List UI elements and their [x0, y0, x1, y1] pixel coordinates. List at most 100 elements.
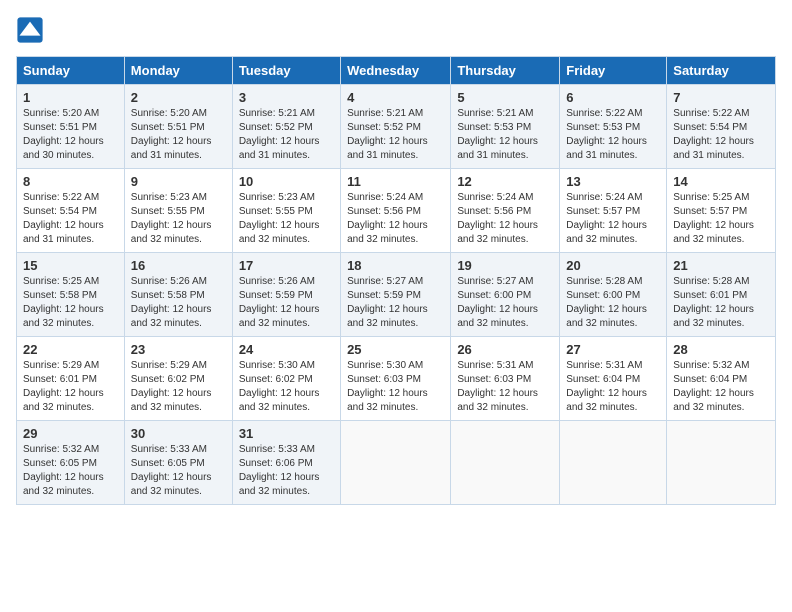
calendar-cell: 24 Sunrise: 5:30 AM Sunset: 6:02 PM Dayl… [232, 337, 340, 421]
calendar-cell: 15 Sunrise: 5:25 AM Sunset: 5:58 PM Dayl… [17, 253, 125, 337]
calendar-cell: 8 Sunrise: 5:22 AM Sunset: 5:54 PM Dayli… [17, 169, 125, 253]
day-info: Sunrise: 5:24 AM Sunset: 5:57 PM Dayligh… [566, 191, 660, 247]
day-info: Sunrise: 5:22 AM Sunset: 5:54 PM Dayligh… [673, 107, 769, 163]
calendar-cell: 20 Sunrise: 5:28 AM Sunset: 6:00 PM Dayl… [560, 253, 667, 337]
day-info: Sunrise: 5:28 AM Sunset: 6:00 PM Dayligh… [566, 275, 660, 331]
day-info: Sunrise: 5:25 AM Sunset: 5:57 PM Dayligh… [673, 191, 769, 247]
day-number: 31 [239, 426, 334, 441]
weekday-header: Tuesday [232, 57, 340, 85]
calendar-cell: 3 Sunrise: 5:21 AM Sunset: 5:52 PM Dayli… [232, 85, 340, 169]
day-info: Sunrise: 5:30 AM Sunset: 6:02 PM Dayligh… [239, 359, 334, 415]
calendar-cell: 6 Sunrise: 5:22 AM Sunset: 5:53 PM Dayli… [560, 85, 667, 169]
calendar-cell: 23 Sunrise: 5:29 AM Sunset: 6:02 PM Dayl… [124, 337, 232, 421]
calendar-cell: 28 Sunrise: 5:32 AM Sunset: 6:04 PM Dayl… [667, 337, 776, 421]
weekday-header: Sunday [17, 57, 125, 85]
calendar-cell: 7 Sunrise: 5:22 AM Sunset: 5:54 PM Dayli… [667, 85, 776, 169]
calendar-cell [667, 421, 776, 505]
calendar-week-row: 1 Sunrise: 5:20 AM Sunset: 5:51 PM Dayli… [17, 85, 776, 169]
day-info: Sunrise: 5:31 AM Sunset: 6:03 PM Dayligh… [457, 359, 553, 415]
day-number: 15 [23, 258, 118, 273]
weekday-header: Monday [124, 57, 232, 85]
day-number: 27 [566, 342, 660, 357]
day-number: 5 [457, 90, 553, 105]
day-info: Sunrise: 5:21 AM Sunset: 5:52 PM Dayligh… [239, 107, 334, 163]
day-info: Sunrise: 5:30 AM Sunset: 6:03 PM Dayligh… [347, 359, 444, 415]
calendar-cell: 18 Sunrise: 5:27 AM Sunset: 5:59 PM Dayl… [341, 253, 451, 337]
day-info: Sunrise: 5:22 AM Sunset: 5:53 PM Dayligh… [566, 107, 660, 163]
calendar-cell: 21 Sunrise: 5:28 AM Sunset: 6:01 PM Dayl… [667, 253, 776, 337]
calendar-week-row: 8 Sunrise: 5:22 AM Sunset: 5:54 PM Dayli… [17, 169, 776, 253]
day-number: 12 [457, 174, 553, 189]
day-number: 8 [23, 174, 118, 189]
calendar-cell: 1 Sunrise: 5:20 AM Sunset: 5:51 PM Dayli… [17, 85, 125, 169]
day-number: 28 [673, 342, 769, 357]
day-number: 4 [347, 90, 444, 105]
weekday-header: Friday [560, 57, 667, 85]
day-info: Sunrise: 5:20 AM Sunset: 5:51 PM Dayligh… [131, 107, 226, 163]
day-number: 11 [347, 174, 444, 189]
day-number: 19 [457, 258, 553, 273]
day-number: 9 [131, 174, 226, 189]
logo-icon [16, 16, 44, 44]
day-number: 26 [457, 342, 553, 357]
calendar-cell [341, 421, 451, 505]
day-info: Sunrise: 5:29 AM Sunset: 6:01 PM Dayligh… [23, 359, 118, 415]
calendar-cell: 5 Sunrise: 5:21 AM Sunset: 5:53 PM Dayli… [451, 85, 560, 169]
day-info: Sunrise: 5:32 AM Sunset: 6:04 PM Dayligh… [673, 359, 769, 415]
calendar-cell: 11 Sunrise: 5:24 AM Sunset: 5:56 PM Dayl… [341, 169, 451, 253]
day-info: Sunrise: 5:23 AM Sunset: 5:55 PM Dayligh… [239, 191, 334, 247]
calendar-cell: 17 Sunrise: 5:26 AM Sunset: 5:59 PM Dayl… [232, 253, 340, 337]
day-info: Sunrise: 5:26 AM Sunset: 5:58 PM Dayligh… [131, 275, 226, 331]
calendar-cell: 31 Sunrise: 5:33 AM Sunset: 6:06 PM Dayl… [232, 421, 340, 505]
day-number: 20 [566, 258, 660, 273]
day-number: 1 [23, 90, 118, 105]
day-number: 29 [23, 426, 118, 441]
calendar-cell: 30 Sunrise: 5:33 AM Sunset: 6:05 PM Dayl… [124, 421, 232, 505]
day-number: 25 [347, 342, 444, 357]
calendar-header: SundayMondayTuesdayWednesdayThursdayFrid… [17, 57, 776, 85]
day-info: Sunrise: 5:27 AM Sunset: 6:00 PM Dayligh… [457, 275, 553, 331]
day-info: Sunrise: 5:25 AM Sunset: 5:58 PM Dayligh… [23, 275, 118, 331]
day-number: 10 [239, 174, 334, 189]
day-number: 22 [23, 342, 118, 357]
day-number: 13 [566, 174, 660, 189]
calendar-cell: 22 Sunrise: 5:29 AM Sunset: 6:01 PM Dayl… [17, 337, 125, 421]
calendar-cell: 9 Sunrise: 5:23 AM Sunset: 5:55 PM Dayli… [124, 169, 232, 253]
calendar-cell [560, 421, 667, 505]
day-info: Sunrise: 5:31 AM Sunset: 6:04 PM Dayligh… [566, 359, 660, 415]
day-info: Sunrise: 5:32 AM Sunset: 6:05 PM Dayligh… [23, 443, 118, 499]
calendar-cell: 25 Sunrise: 5:30 AM Sunset: 6:03 PM Dayl… [341, 337, 451, 421]
calendar-cell: 26 Sunrise: 5:31 AM Sunset: 6:03 PM Dayl… [451, 337, 560, 421]
calendar-cell: 2 Sunrise: 5:20 AM Sunset: 5:51 PM Dayli… [124, 85, 232, 169]
day-info: Sunrise: 5:24 AM Sunset: 5:56 PM Dayligh… [457, 191, 553, 247]
day-info: Sunrise: 5:21 AM Sunset: 5:53 PM Dayligh… [457, 107, 553, 163]
day-info: Sunrise: 5:29 AM Sunset: 6:02 PM Dayligh… [131, 359, 226, 415]
weekday-header: Thursday [451, 57, 560, 85]
day-number: 16 [131, 258, 226, 273]
calendar-cell: 14 Sunrise: 5:25 AM Sunset: 5:57 PM Dayl… [667, 169, 776, 253]
weekday-header: Wednesday [341, 57, 451, 85]
day-number: 2 [131, 90, 226, 105]
day-info: Sunrise: 5:33 AM Sunset: 6:06 PM Dayligh… [239, 443, 334, 499]
day-info: Sunrise: 5:33 AM Sunset: 6:05 PM Dayligh… [131, 443, 226, 499]
day-info: Sunrise: 5:20 AM Sunset: 5:51 PM Dayligh… [23, 107, 118, 163]
day-number: 30 [131, 426, 226, 441]
page-header [16, 16, 776, 44]
day-info: Sunrise: 5:27 AM Sunset: 5:59 PM Dayligh… [347, 275, 444, 331]
day-number: 3 [239, 90, 334, 105]
day-number: 23 [131, 342, 226, 357]
day-info: Sunrise: 5:21 AM Sunset: 5:52 PM Dayligh… [347, 107, 444, 163]
day-number: 14 [673, 174, 769, 189]
day-info: Sunrise: 5:23 AM Sunset: 5:55 PM Dayligh… [131, 191, 226, 247]
calendar-week-row: 29 Sunrise: 5:32 AM Sunset: 6:05 PM Dayl… [17, 421, 776, 505]
calendar-cell: 19 Sunrise: 5:27 AM Sunset: 6:00 PM Dayl… [451, 253, 560, 337]
day-number: 21 [673, 258, 769, 273]
logo [16, 16, 48, 44]
calendar-week-row: 22 Sunrise: 5:29 AM Sunset: 6:01 PM Dayl… [17, 337, 776, 421]
calendar-cell: 29 Sunrise: 5:32 AM Sunset: 6:05 PM Dayl… [17, 421, 125, 505]
day-info: Sunrise: 5:24 AM Sunset: 5:56 PM Dayligh… [347, 191, 444, 247]
calendar: SundayMondayTuesdayWednesdayThursdayFrid… [16, 56, 776, 505]
day-info: Sunrise: 5:26 AM Sunset: 5:59 PM Dayligh… [239, 275, 334, 331]
calendar-cell: 4 Sunrise: 5:21 AM Sunset: 5:52 PM Dayli… [341, 85, 451, 169]
calendar-cell: 10 Sunrise: 5:23 AM Sunset: 5:55 PM Dayl… [232, 169, 340, 253]
